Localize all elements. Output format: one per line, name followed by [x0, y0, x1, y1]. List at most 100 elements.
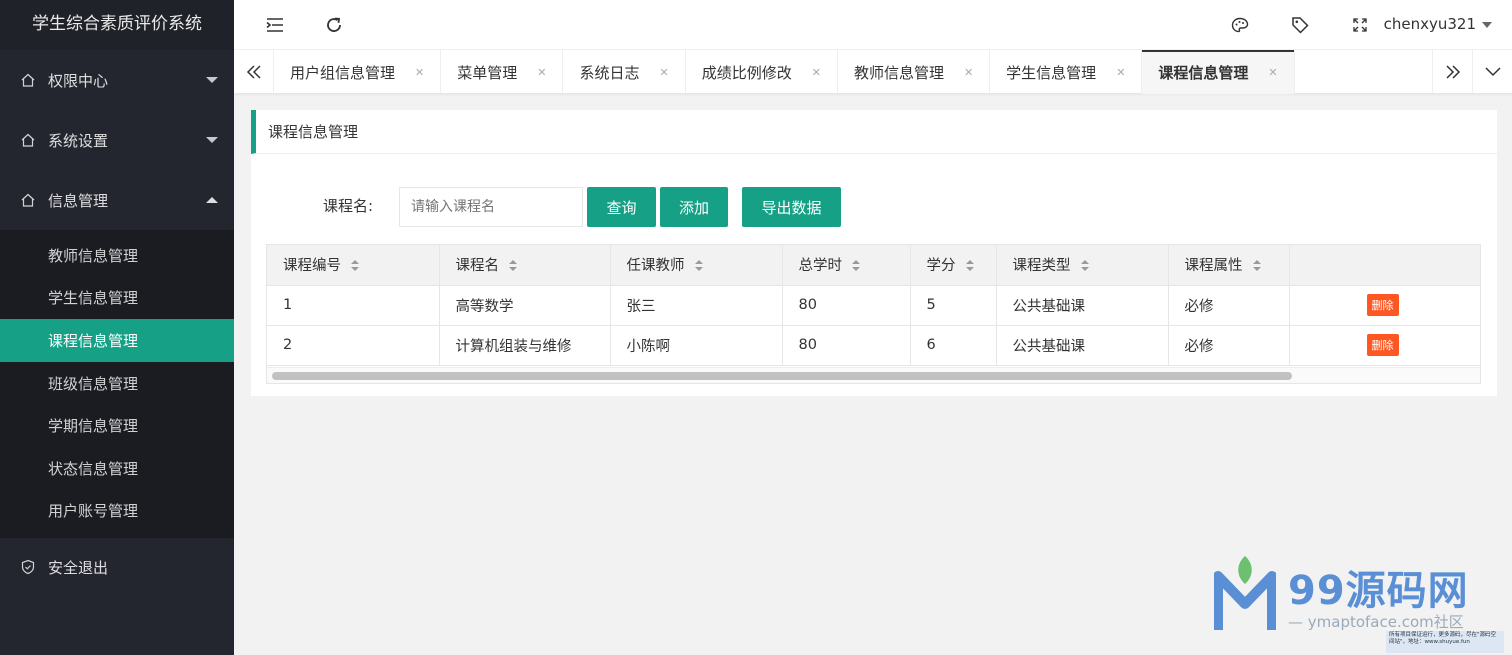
user-name: chenxyu321: [1383, 15, 1476, 33]
tab-scroll-left-button[interactable]: [234, 50, 274, 94]
sort-icon[interactable]: [694, 260, 703, 272]
tag-icon: [1292, 17, 1309, 34]
chevron-down-icon: [206, 77, 218, 83]
watermark-note: 所有项目保证运行，更多源码，尽在"源码空间站"，地址：www.shuyue.fu…: [1386, 631, 1504, 653]
home-icon: [21, 133, 35, 147]
sort-icon[interactable]: [852, 260, 860, 272]
sidebar-item-teacher[interactable]: 教师信息管理: [0, 234, 234, 277]
cell-course-id: 2: [267, 325, 440, 366]
caret-down-icon: [1482, 21, 1492, 28]
column-header[interactable]: 学分: [910, 245, 997, 286]
tab-course[interactable]: 课程信息管理 ✕: [1142, 50, 1295, 94]
menu-toggle-button[interactable]: [265, 15, 285, 35]
chevron-up-icon: [206, 197, 218, 203]
sidebar-group-label: 信息管理: [48, 191, 109, 210]
delete-button[interactable]: 删除: [1366, 294, 1399, 316]
column-header[interactable]: 课程编号: [267, 245, 440, 286]
sort-icon[interactable]: [965, 260, 974, 272]
column-label: 总学时: [798, 258, 843, 275]
cell-teacher: 张三: [610, 285, 783, 326]
column-label: 课程类型: [1012, 258, 1071, 275]
search-label: 课程名:: [323, 197, 374, 215]
sidebar-item-course[interactable]: 课程信息管理: [0, 319, 234, 362]
tab-teacher[interactable]: 教师信息管理 ✕: [838, 50, 991, 94]
close-icon[interactable]: ✕: [659, 66, 668, 79]
table-header-row: 课程编号 课程名 任课教师 总学时 学分 课程类型 课程属性: [267, 245, 1480, 286]
sidebar-item-student[interactable]: 学生信息管理: [0, 277, 234, 320]
panel-title: 课程信息管理: [251, 110, 1497, 154]
horizontal-scrollbar[interactable]: [267, 367, 1480, 383]
column-label: 课程属性: [1184, 258, 1243, 275]
cell-actions: 删除: [1289, 325, 1480, 366]
sidebar-item-status[interactable]: 状态信息管理: [0, 447, 234, 490]
course-table: 课程编号 课程名 任课教师 总学时 学分 课程类型 课程属性 1 高等数学 张三…: [266, 244, 1481, 384]
export-button[interactable]: 导出数据: [742, 187, 841, 227]
column-header[interactable]: 课程名: [439, 245, 611, 286]
tab-list: 用户组信息管理 ✕ 菜单管理 ✕ 系统日志 ✕ 成绩比例修改 ✕ 教师信息管理 ✕ 学生信…: [274, 50, 1295, 94]
sort-icon[interactable]: [1080, 260, 1089, 272]
tab-syslog[interactable]: 系统日志 ✕: [563, 50, 686, 94]
course-name-input[interactable]: [399, 187, 583, 227]
tab-scroll-right-button[interactable]: [1432, 50, 1472, 94]
column-header[interactable]: 课程类型: [996, 245, 1169, 286]
column-header[interactable]: 任课教师: [610, 245, 783, 286]
course-panel: 课程信息管理 课程名: 查询 添加 导出数据 课程编号 课程名 任课教师 总学时…: [251, 110, 1497, 396]
delete-button[interactable]: 删除: [1366, 334, 1399, 356]
user-menu[interactable]: chenxyu321: [1384, 15, 1492, 33]
tab-usergroup[interactable]: 用户组信息管理 ✕: [274, 50, 442, 94]
cell-course-name: 计算机组装与维修: [439, 325, 611, 366]
cell-teacher: 小陈啊: [610, 325, 783, 366]
watermark-title: 99源码网: [1288, 568, 1469, 614]
close-icon[interactable]: ✕: [964, 66, 973, 79]
column-header[interactable]: 课程属性: [1168, 245, 1290, 286]
tab-label: 学生信息管理: [1006, 63, 1097, 82]
close-icon[interactable]: ✕: [812, 66, 821, 79]
sidebar-group-settings[interactable]: 系统设置: [0, 110, 234, 170]
tab-label: 用户组信息管理: [290, 63, 396, 82]
column-label: 学分: [926, 258, 956, 275]
close-icon[interactable]: ✕: [1268, 66, 1277, 79]
tab-student[interactable]: 学生信息管理 ✕: [990, 50, 1143, 94]
sort-icon[interactable]: [351, 260, 359, 272]
sidebar-item-logout[interactable]: 安全退出: [0, 538, 234, 596]
sort-icon[interactable]: [1252, 260, 1261, 272]
sidebar-item-account[interactable]: 用户账号管理: [0, 490, 234, 533]
sort-icon[interactable]: [509, 260, 517, 272]
chevron-down-icon: [206, 137, 218, 143]
sidebar-group-label: 系统设置: [48, 131, 109, 150]
tab-score-ratio[interactable]: 成绩比例修改 ✕: [686, 50, 838, 94]
column-header[interactable]: 总学时: [782, 245, 911, 286]
palette-icon: [1231, 17, 1249, 33]
theme-button[interactable]: [1230, 15, 1250, 35]
tab-label: 系统日志: [579, 63, 640, 82]
column-label: 任课教师: [626, 258, 685, 275]
cell-credit: 6: [910, 325, 997, 366]
add-button[interactable]: 添加: [660, 187, 728, 227]
cell-hours: 80: [782, 325, 911, 366]
close-icon[interactable]: ✕: [415, 66, 424, 79]
cell-type: 公共基础课: [996, 325, 1169, 366]
cell-credit: 5: [910, 285, 997, 326]
sidebar-group-permission[interactable]: 权限中心: [0, 50, 234, 110]
fullscreen-button[interactable]: [1350, 15, 1370, 35]
sidebar-item-class[interactable]: 班级信息管理: [0, 362, 234, 405]
cell-type: 公共基础课: [996, 285, 1169, 326]
scrollbar-thumb[interactable]: [272, 372, 1292, 380]
watermark-subtitle: — ymaptoface.com社区: [1288, 613, 1464, 631]
table-row: 1 高等数学 张三 80 5 公共基础课 必修 删除: [267, 285, 1480, 326]
close-icon[interactable]: ✕: [537, 66, 546, 79]
tab-menu[interactable]: 菜单管理 ✕: [441, 50, 564, 94]
cell-hours: 80: [782, 285, 911, 326]
watermark: 99源码网 — ymaptoface.com社区 所有项目保证运行，更多源码，尽…: [1210, 548, 1510, 655]
menu-fold-icon: [266, 18, 283, 32]
tab-bar: 用户组信息管理 ✕ 菜单管理 ✕ 系统日志 ✕ 成绩比例修改 ✕ 教师信息管理 ✕ 学生信…: [234, 50, 1512, 94]
tab-label: 菜单管理: [457, 63, 518, 82]
refresh-button[interactable]: [324, 15, 344, 35]
tab-menu-button[interactable]: [1472, 50, 1512, 94]
tag-button[interactable]: [1290, 15, 1310, 35]
close-icon[interactable]: ✕: [1116, 66, 1125, 79]
sidebar-group-info[interactable]: 信息管理: [0, 170, 234, 230]
top-header: chenxyu321: [234, 0, 1512, 50]
sidebar-item-semester[interactable]: 学期信息管理: [0, 404, 234, 447]
query-button[interactable]: 查询: [587, 187, 656, 227]
